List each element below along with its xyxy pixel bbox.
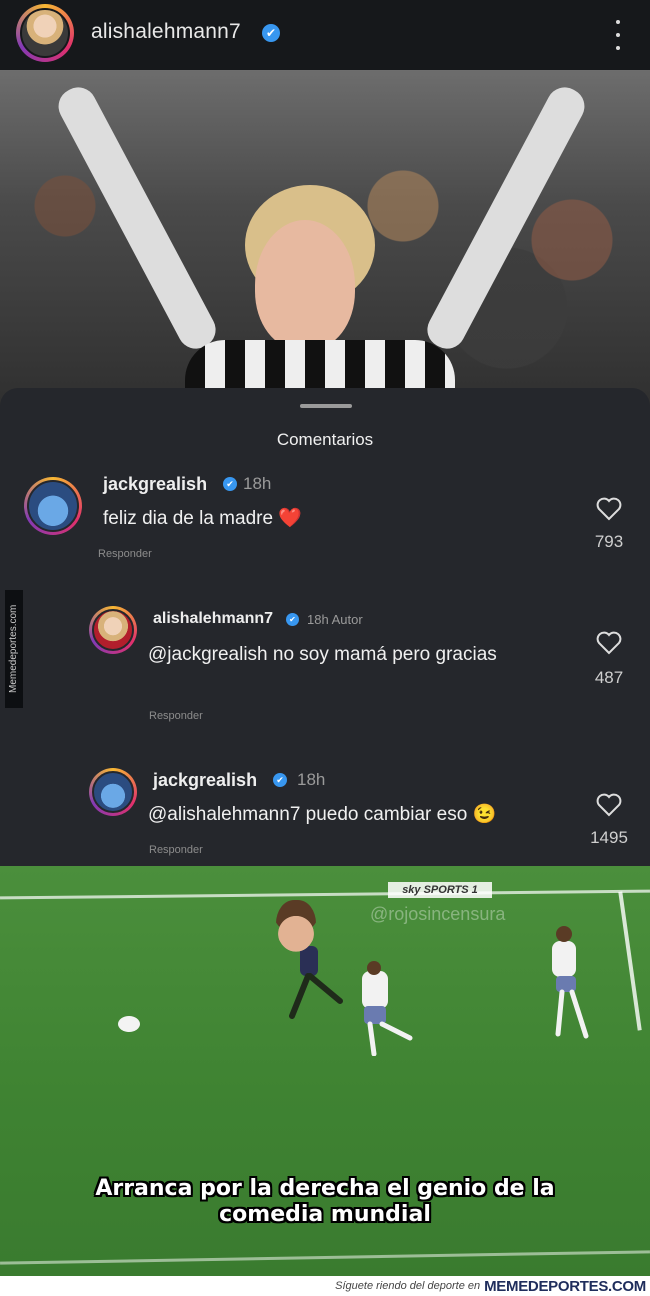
reply-button[interactable]: Responder [149, 710, 203, 722]
comments-sheet: Comentarios jackgrealish ✔ 18h feliz dia… [0, 388, 650, 866]
reply-button[interactable]: Responder [149, 844, 203, 856]
verified-badge-icon: ✔ [262, 24, 280, 42]
like-count: 1495 [590, 828, 628, 847]
like-heart-icon[interactable] [596, 497, 622, 521]
like-count: 793 [594, 532, 624, 551]
football-ball [118, 1016, 140, 1032]
footer-banner: Síguete riendo del deporte en MEMEDEPORT… [0, 1276, 650, 1296]
comment-time: 18h [297, 770, 326, 789]
verified-badge-icon: ✔ [223, 477, 237, 491]
footer-brand[interactable]: MEMEDEPORTES.COM [484, 1278, 646, 1295]
post-photo [0, 70, 650, 410]
comment-avatar[interactable] [89, 606, 137, 654]
like-heart-icon[interactable] [596, 793, 622, 817]
comment-text: @jackgrealish no soy mamá pero gracias [148, 644, 497, 665]
players-illustration [289, 926, 589, 1056]
meme-caption: Arranca por la derecha el genio de la co… [95, 1176, 555, 1227]
post-header: alishalehmann7 ✔ [0, 0, 650, 70]
footer-text: Síguete riendo del deporte en [335, 1280, 481, 1292]
more-vertical-icon[interactable] [612, 20, 624, 50]
comment-username[interactable]: jackgrealish [153, 770, 257, 791]
like-heart-icon[interactable] [596, 631, 622, 655]
profile-avatar[interactable] [16, 4, 74, 62]
verified-badge-icon: ✔ [286, 613, 299, 626]
watermark: @rojosincensura [370, 904, 506, 924]
broadcaster-logo: sky SPORTS 1 [388, 882, 492, 898]
side-credit: Memedeportes.com [5, 590, 23, 708]
face-sticker [276, 900, 316, 952]
heart-emoji-icon: ❤️ [278, 508, 302, 529]
header-username[interactable]: alishalehmann7 [91, 20, 241, 44]
comment-text: feliz dia de la madre ❤️ [103, 508, 302, 529]
sheet-title: Comentarios [276, 430, 374, 449]
sheet-grabber[interactable] [300, 404, 352, 408]
comment-username[interactable]: alishalehmann7 [153, 610, 273, 628]
comment-username[interactable]: jackgrealish [103, 474, 207, 495]
comment-avatar[interactable] [24, 477, 82, 535]
verified-badge-icon: ✔ [273, 773, 287, 787]
comment-time: 18h [243, 474, 272, 493]
like-count: 487 [594, 668, 624, 687]
comment-time: 18h Autor [307, 612, 363, 627]
wink-emoji-icon: 😉 [472, 804, 497, 825]
comment-avatar[interactable] [89, 768, 137, 816]
comment-text: @alishalehmann7 puedo cambiar eso 😉 [148, 804, 497, 825]
reply-button[interactable]: Responder [98, 548, 152, 560]
